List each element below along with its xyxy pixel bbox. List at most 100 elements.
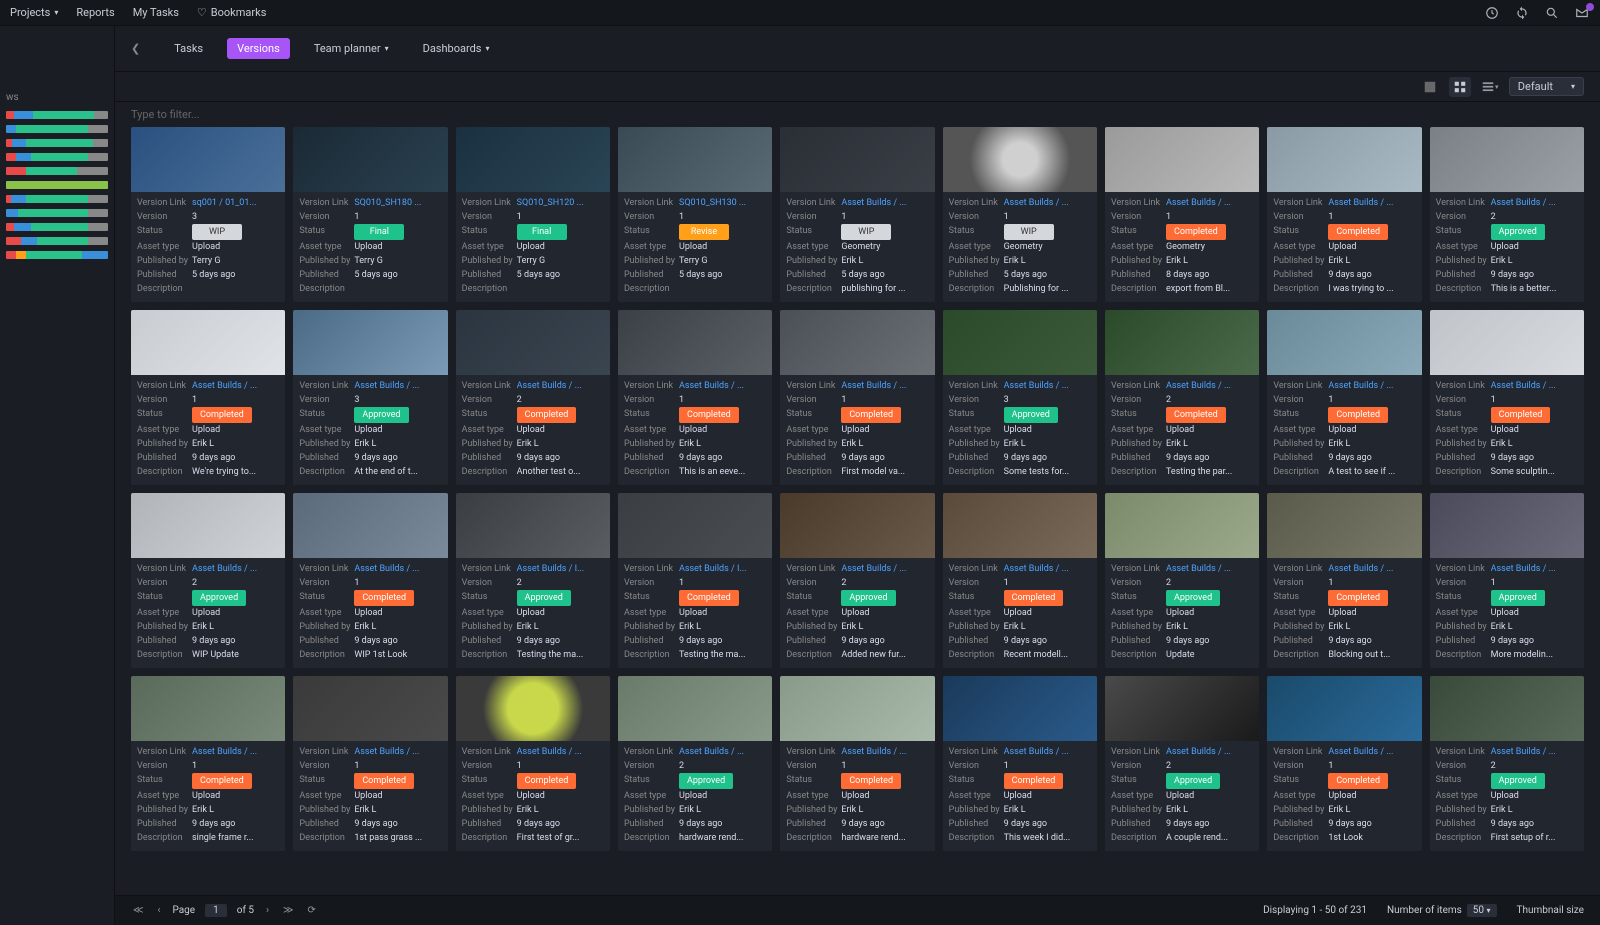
version-card[interactable]: Version LinkAsset Builds / ... Version1 … <box>293 493 447 668</box>
version-link[interactable]: Asset Builds / ... <box>841 196 928 210</box>
status-badge[interactable]: Completed <box>841 773 901 789</box>
status-badge[interactable]: Final <box>517 224 567 240</box>
thumbnail[interactable] <box>456 676 610 741</box>
version-link[interactable]: Asset Builds / ... <box>1491 562 1578 576</box>
thumbnail[interactable] <box>618 676 772 741</box>
version-link[interactable]: Asset Builds / ... <box>192 562 279 576</box>
status-badge[interactable]: Completed <box>1328 773 1388 789</box>
thumbnail[interactable] <box>943 127 1097 192</box>
version-link[interactable]: Asset Builds / ... <box>517 745 604 759</box>
thumbnail[interactable] <box>1267 127 1421 192</box>
thumbnail[interactable] <box>1430 127 1584 192</box>
thumbnail[interactable] <box>1105 676 1259 741</box>
version-card[interactable]: Version LinkAsset Builds / ... Version2 … <box>618 676 772 851</box>
thumbnail[interactable] <box>293 493 447 558</box>
version-link[interactable]: Asset Builds / ... <box>1004 562 1091 576</box>
status-badge[interactable]: Completed <box>1166 224 1226 240</box>
status-badge[interactable]: Approved <box>1491 773 1545 789</box>
view-preset-select[interactable]: Default▾ <box>1509 77 1584 96</box>
page-number[interactable]: 1 <box>205 904 227 917</box>
clock-icon[interactable] <box>1484 5 1500 21</box>
thumbnail[interactable] <box>131 127 285 192</box>
back-button[interactable]: ❮ <box>131 42 140 55</box>
thumbnail[interactable] <box>1430 310 1584 375</box>
tab-teamplanner[interactable]: Team planner▾ <box>304 38 399 59</box>
version-link[interactable]: Asset Builds / ... <box>354 745 441 759</box>
thumbnail[interactable] <box>780 493 934 558</box>
version-link[interactable]: Asset Builds / I... <box>517 562 604 576</box>
thumbnail[interactable] <box>1267 676 1421 741</box>
status-badge[interactable]: Approved <box>517 590 571 606</box>
status-badge[interactable]: WIP <box>1004 224 1054 240</box>
version-card[interactable]: Version LinkAsset Builds / ... Version1 … <box>293 676 447 851</box>
status-badge[interactable]: WIP <box>841 224 891 240</box>
tab-dashboards[interactable]: Dashboards▾ <box>413 38 500 59</box>
version-link[interactable]: Asset Builds / ... <box>841 379 928 393</box>
version-card[interactable]: Version LinkAsset Builds / ... Version1 … <box>1267 127 1421 302</box>
filter-input[interactable] <box>131 108 1584 121</box>
version-card[interactable]: Version LinkAsset Builds / ... Version1 … <box>131 310 285 485</box>
version-card[interactable]: Version LinkAsset Builds / ... Version2 … <box>1430 676 1584 851</box>
status-badge[interactable]: Completed <box>354 590 414 606</box>
version-card[interactable]: Version LinkAsset Builds / ... Version1 … <box>780 310 934 485</box>
version-link[interactable]: Asset Builds / ... <box>1166 745 1253 759</box>
refresh-icon[interactable]: ⟳ <box>306 905 318 916</box>
version-card[interactable]: Version LinkAsset Builds / ... Version1 … <box>456 676 610 851</box>
nav-bookmarks[interactable]: ♡ Bookmarks <box>197 6 266 19</box>
version-card[interactable]: Version LinkAsset Builds / ... Version2 … <box>1105 676 1259 851</box>
version-card[interactable]: Version LinkSQ010_SH130 ... Version1 Sta… <box>618 127 772 302</box>
status-badge[interactable]: Completed <box>1328 407 1388 423</box>
view-list-icon[interactable] <box>1419 77 1441 97</box>
status-badge[interactable]: Completed <box>192 407 252 423</box>
version-card[interactable]: Version LinkSQ010_SH180 ... Version1 Sta… <box>293 127 447 302</box>
thumbnail[interactable] <box>943 493 1097 558</box>
thumbnail[interactable] <box>131 310 285 375</box>
thumbnail[interactable] <box>1105 310 1259 375</box>
version-link[interactable]: Asset Builds / ... <box>1004 745 1091 759</box>
status-badge[interactable]: Final <box>354 224 404 240</box>
status-badge[interactable]: Revise <box>679 224 729 240</box>
thumbnail[interactable] <box>456 127 610 192</box>
version-card[interactable]: Version LinkAsset Builds / ... Version1 … <box>1267 310 1421 485</box>
status-badge[interactable]: Approved <box>679 773 733 789</box>
page-first-icon[interactable]: ≪ <box>131 905 145 916</box>
version-card[interactable]: Version LinkAsset Builds / ... Version1 … <box>943 493 1097 668</box>
version-card[interactable]: Version LinkAsset Builds / ... Version1 … <box>943 127 1097 302</box>
status-badge[interactable]: Approved <box>354 407 408 423</box>
thumbnail[interactable] <box>1267 493 1421 558</box>
status-badge[interactable]: Completed <box>679 590 739 606</box>
version-link[interactable]: Asset Builds / ... <box>1004 379 1091 393</box>
status-badge[interactable]: Approved <box>1491 590 1545 606</box>
page-next-icon[interactable]: › <box>264 905 271 916</box>
thumbnail[interactable] <box>780 676 934 741</box>
version-card[interactable]: Version LinkAsset Builds / ... Version2 … <box>456 310 610 485</box>
version-card[interactable]: Version LinkSQ010_SH120 ... Version1 Sta… <box>456 127 610 302</box>
version-card[interactable]: Version LinkAsset Builds / ... Version1 … <box>1267 676 1421 851</box>
version-card[interactable]: Version LinkAsset Builds / ... Version1 … <box>1430 493 1584 668</box>
version-link[interactable]: Asset Builds / ... <box>1491 379 1578 393</box>
version-card[interactable]: Version LinkAsset Builds / I... Version2… <box>456 493 610 668</box>
version-card[interactable]: Version LinkAsset Builds / I... Version1… <box>618 493 772 668</box>
status-badge[interactable]: Approved <box>192 590 246 606</box>
version-link[interactable]: Asset Builds / ... <box>841 562 928 576</box>
version-card[interactable]: Version LinkAsset Builds / ... Version1 … <box>943 676 1097 851</box>
numitems-select[interactable]: 50 ▾ <box>1467 904 1497 917</box>
version-card[interactable]: Version LinkAsset Builds / ... Version1 … <box>1430 310 1584 485</box>
version-link[interactable]: Asset Builds / ... <box>1328 745 1415 759</box>
thumbnail[interactable] <box>456 493 610 558</box>
version-card[interactable]: Version LinkAsset Builds / ... Version2 … <box>1105 493 1259 668</box>
version-card[interactable]: Version LinkAsset Builds / ... Version2 … <box>780 493 934 668</box>
version-link[interactable]: Asset Builds / ... <box>1491 196 1578 210</box>
thumbnail[interactable] <box>780 310 934 375</box>
version-card[interactable]: Version LinkAsset Builds / ... Version2 … <box>131 493 285 668</box>
thumbnail[interactable] <box>780 127 934 192</box>
thumbnail[interactable] <box>618 493 772 558</box>
tab-tasks[interactable]: Tasks <box>164 38 213 59</box>
search-icon[interactable] <box>1544 5 1560 21</box>
thumbnail[interactable] <box>943 676 1097 741</box>
version-card[interactable]: Version LinkAsset Builds / ... Version3 … <box>943 310 1097 485</box>
status-badge[interactable]: WIP <box>192 224 242 240</box>
thumbnail[interactable] <box>131 676 285 741</box>
thumbnail[interactable] <box>1430 676 1584 741</box>
status-badge[interactable]: Completed <box>517 407 577 423</box>
